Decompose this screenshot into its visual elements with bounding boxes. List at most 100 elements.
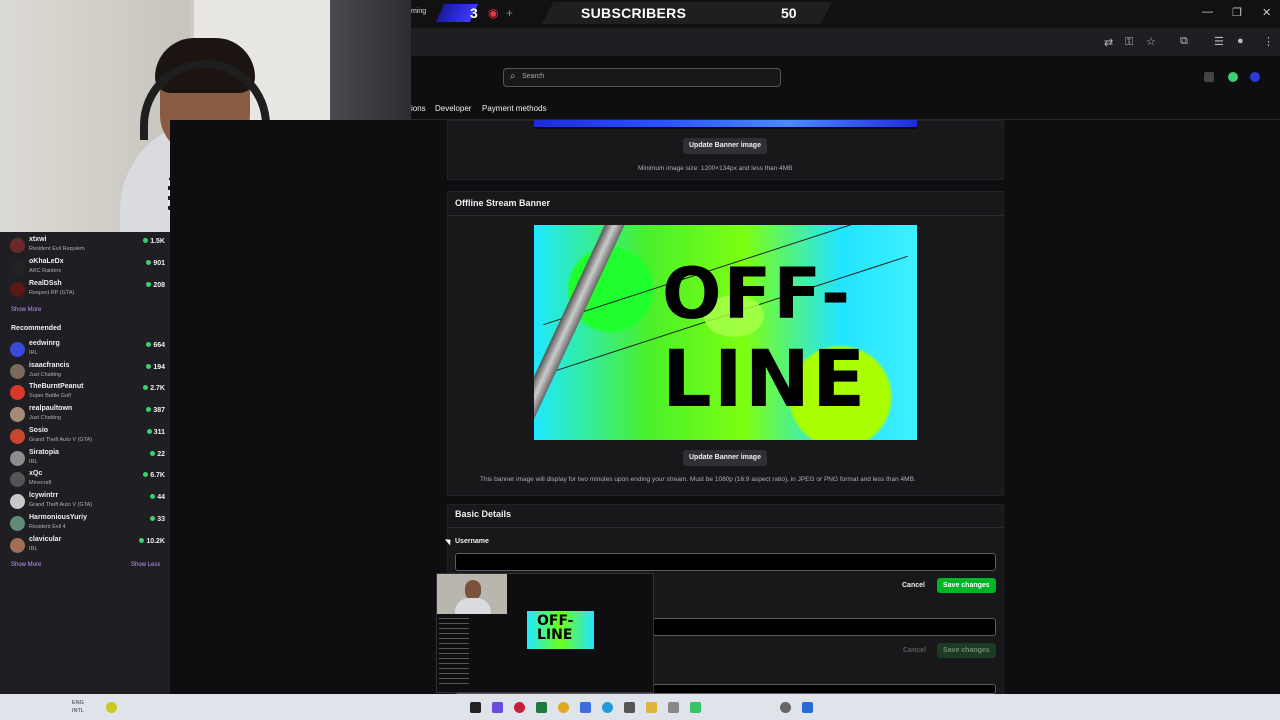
app-icon[interactable]: [536, 702, 547, 713]
channel-game: Super Battle Golf: [29, 393, 71, 399]
show-less-link[interactable]: Show Less: [131, 562, 160, 568]
channel-game: Resident Evil 4: [29, 524, 66, 530]
subscriber-goal-count: 50: [781, 5, 797, 21]
preview-webcam: [437, 574, 507, 614]
channel-game: IRL: [29, 459, 38, 465]
profile-icon[interactable]: ●: [1237, 35, 1244, 47]
channel-name: realpaultown: [29, 405, 73, 412]
channel-name: isaacfrancis: [29, 362, 70, 369]
update-offline-banner-button[interactable]: Update Banner image: [683, 450, 767, 466]
offline-banner-image: OFF- LINE: [534, 225, 917, 440]
start-icon[interactable]: [470, 702, 481, 713]
app-icon[interactable]: [580, 702, 591, 713]
avatar: [10, 238, 25, 253]
avatar: [10, 407, 25, 422]
preview-sidebar: [439, 618, 469, 688]
cancel-button[interactable]: Cancel: [903, 647, 926, 654]
save-changes-button[interactable]: Save changes: [937, 578, 996, 593]
preview-offline-banner: OFF-LINE: [527, 611, 594, 649]
channel-game: Just Chatting: [29, 372, 62, 378]
basic-details-title: Basic Details: [455, 509, 512, 519]
channel-game: Respect RP (GTA): [29, 290, 75, 296]
channel-name: Sosio: [29, 427, 49, 434]
viewer-count: 44: [150, 494, 165, 501]
channel-name: xQc: [29, 470, 43, 477]
offline-image-text: LINE: [662, 335, 868, 425]
username-field[interactable]: [455, 553, 996, 571]
app-icon[interactable]: [668, 702, 679, 713]
sidebar-channel[interactable]: isaacfrancis Just Chatting 194: [10, 362, 165, 382]
tab-developer[interactable]: Developer: [435, 104, 471, 113]
show-more-link[interactable]: Show More: [11, 307, 41, 313]
search-icon[interactable]: [780, 702, 791, 713]
avatar: [10, 516, 25, 531]
search-placeholder: Search: [522, 73, 545, 80]
sidebar-channel[interactable]: xQc Minecraft 6.7K: [10, 470, 165, 490]
app-icon[interactable]: [514, 702, 525, 713]
sidebar-channel[interactable]: lcywintrr Grand Theft Auto V (GTA) 44: [10, 492, 165, 512]
new-tab-icon[interactable]: +: [506, 6, 513, 20]
maximize-icon[interactable]: ❐: [1232, 6, 1242, 19]
inbox-icon[interactable]: [1204, 72, 1214, 82]
sidebar-channel[interactable]: clavicular IRL 10.2K: [10, 536, 165, 556]
offline-banner-note: This banner image will display for two m…: [480, 476, 916, 483]
language-indicator[interactable]: ENG: [72, 700, 84, 706]
taskbar: [0, 694, 1280, 720]
viewer-count: 387: [146, 407, 165, 414]
extensions-icon[interactable]: ⧉: [1180, 35, 1188, 48]
channel-name: TheBurntPeanut: [29, 383, 84, 390]
channel-name: HarmoniousYuriy: [29, 514, 87, 521]
offline-banner-title: Offline Stream Banner: [455, 198, 551, 208]
app-icon[interactable]: [624, 702, 635, 713]
channel-game: IRL: [29, 546, 38, 552]
viewer-count: 1.5K: [143, 238, 165, 245]
viewer-count: 311: [147, 429, 165, 436]
channel-game: Just Chatting: [29, 415, 62, 421]
minimize-icon[interactable]: —: [1202, 6, 1213, 18]
star-icon[interactable]: ☆: [1146, 35, 1156, 48]
sidebar-channel[interactable]: HarmoniousYuriy Resident Evil 4 33: [10, 514, 165, 534]
channel-name: Siratopia: [29, 449, 59, 456]
edge-icon[interactable]: [602, 702, 613, 713]
utility-pole: [534, 225, 631, 440]
viewer-count: 6.7K: [143, 472, 165, 479]
more-icon[interactable]: ⋮: [1263, 35, 1274, 48]
widgets-icon[interactable]: [802, 702, 813, 713]
viewer-count: 33: [150, 516, 165, 523]
search-input[interactable]: ⌕ Search: [503, 68, 781, 87]
sidebar-channel[interactable]: TheBurntPeanut Super Battle Golf 2.7K: [10, 383, 165, 403]
viewer-count: 10.2K: [139, 538, 165, 545]
status-icon[interactable]: [1228, 72, 1238, 82]
chrome-icon[interactable]: [558, 702, 569, 713]
key-icon[interactable]: ⚿: [1125, 36, 1133, 49]
app-icon[interactable]: [690, 702, 701, 713]
overlay-counter: 3: [470, 5, 478, 21]
sidebar-channel[interactable]: eedwinrg IRL 664: [10, 340, 165, 360]
menu-list-icon[interactable]: ☰: [1214, 35, 1224, 48]
app-icon[interactable]: [492, 702, 503, 713]
tab-payment-methods[interactable]: Payment methods: [482, 104, 546, 113]
channel-name: RealDSsh: [29, 280, 62, 287]
record-icon: ◉: [488, 6, 499, 20]
close-icon[interactable]: ✕: [1262, 6, 1271, 19]
update-banner-button[interactable]: Update Banner image: [683, 138, 767, 154]
stream-preview-thumbnail: OFF-LINE: [436, 573, 654, 693]
viewer-count: 901: [146, 260, 165, 267]
sidebar-channel[interactable]: Siratopia IRL 22: [10, 449, 165, 469]
save-changes-button[interactable]: Save changes: [937, 643, 996, 658]
show-more-link[interactable]: Show More: [11, 562, 41, 568]
cancel-button[interactable]: Cancel: [902, 582, 925, 589]
translate-icon[interactable]: ⇄: [1104, 36, 1113, 49]
recommended-heading: Recommended: [11, 325, 62, 332]
sidebar-channel[interactable]: Sosio Grand Theft Auto V (GTA) 311: [10, 427, 165, 447]
channel-name: oKhaLeDx: [29, 258, 64, 265]
folder-icon[interactable]: [646, 702, 657, 713]
sidebar-channel[interactable]: xtxwi Resident Evil Requiem 1.5K: [10, 236, 165, 256]
sidebar-channel[interactable]: RealDSsh Respect RP (GTA) 208: [10, 280, 165, 300]
channel-game: Grand Theft Auto V (GTA): [29, 437, 93, 443]
sidebar-channel[interactable]: realpaultown Just Chatting 387: [10, 405, 165, 425]
tab-connections[interactable]: ions: [411, 104, 426, 113]
sidebar-channel[interactable]: oKhaLeDx ARC Raiders 901: [10, 258, 165, 278]
avatar[interactable]: [1250, 72, 1260, 82]
tray-icon[interactable]: [106, 702, 117, 713]
